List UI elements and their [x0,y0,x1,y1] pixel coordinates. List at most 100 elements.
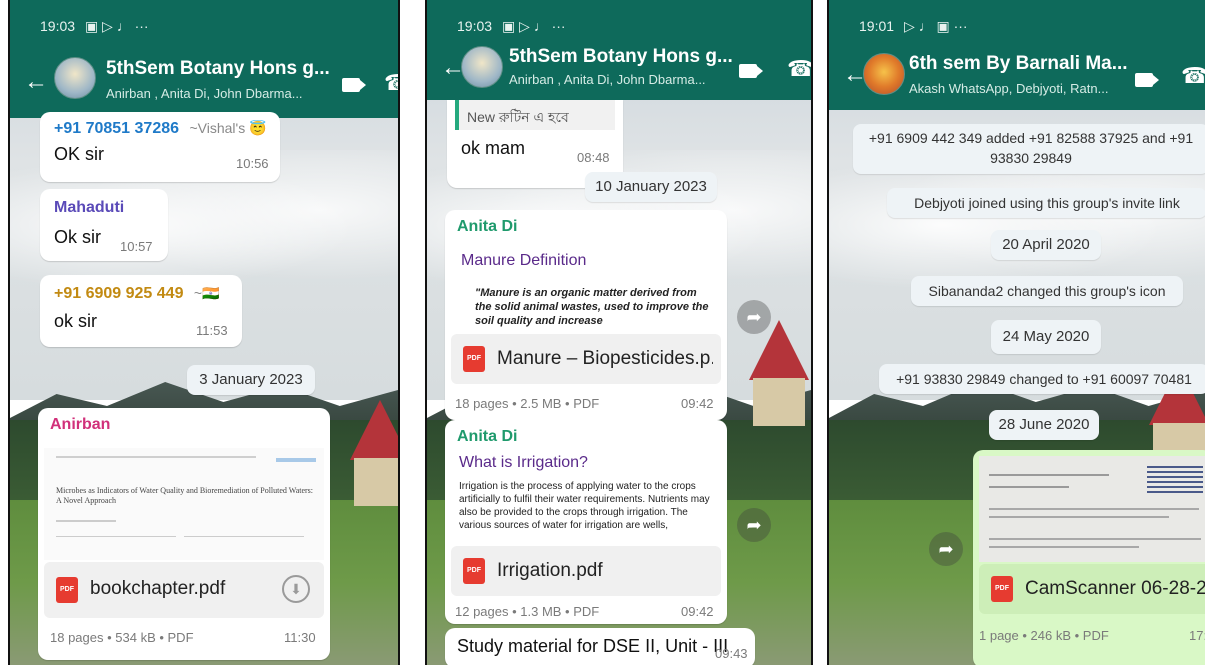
quoted-reply[interactable]: New রুটিন এ হবে [455,100,615,130]
sender-alias: ~🇮🇳 [193,285,220,301]
message-sender[interactable]: +91 6909 925 449 [54,285,183,302]
message-bubble[interactable]: +91 6909 925 449 ~🇮🇳 ok sir 11:53 [40,275,242,347]
message-sender[interactable]: Anirban [50,416,110,434]
file-name[interactable]: Irrigation.pdf [497,560,713,582]
file-attachment[interactable]: PDF CamScanner 06-28-2020 [979,564,1205,614]
message-bubble[interactable]: Mahaduti Ok sir 10:57 [40,189,168,261]
group-avatar[interactable] [461,46,503,88]
video-call-icon[interactable] [342,78,366,92]
file-meta: 18 pages • 534 kB • PDF [50,630,194,645]
chat-header[interactable]: ← 5thSem Botany Hons g... Anirban , Anit… [427,40,811,100]
message-text: OK sir [54,144,105,164]
sender-alias: ~Vishal's 😇 [189,120,267,136]
message-time: 09:43 [715,646,748,661]
forward-icon[interactable]: ➦ [737,508,771,542]
message-sender[interactable]: Mahaduti [54,199,124,217]
temple-image [340,400,398,510]
document-preview[interactable] [979,456,1205,562]
system-message: Sibananda2 changed this group's icon [911,276,1183,306]
status-bar: 19:01 ▷ ♩ ▣ ··· [829,0,1205,50]
status-time: 19:03 [457,18,493,34]
message-bubble[interactable]: Study material for DSE II, Unit - III 09… [445,628,755,665]
document-message[interactable]: Anirban Microbes as Indicators of Water … [38,408,330,660]
date-separator: 24 May 2020 [991,320,1101,354]
download-icon[interactable]: ⬇ [282,575,310,603]
group-avatar[interactable] [863,53,905,95]
message-time: 10:57 [120,239,153,254]
file-name[interactable]: Manure – Biopesticides.p... [497,348,713,370]
message-text: Study material for DSE II, Unit - III [457,636,729,656]
status-bar: 19:03 ▣ ▷ ♩ ··· [10,0,398,50]
message-time: 17: [1189,628,1205,643]
document-message[interactable]: PDF CamScanner 06-28-2020 1 page • 246 k… [973,450,1205,665]
file-meta: 12 pages • 1.3 MB • PDF [455,604,600,619]
video-call-icon[interactable] [1135,73,1159,87]
file-meta: 1 page • 246 kB • PDF [979,628,1109,643]
message-text: ok mam [461,138,526,158]
file-attachment[interactable]: PDF Irrigation.pdf [451,546,721,596]
message-time: 11:53 [196,323,228,338]
chat-title[interactable]: 5thSem Botany Hons g... [106,58,331,80]
message-sender[interactable]: Anita Di [457,428,517,446]
message-time: 08:48 [577,150,610,165]
status-time: 19:01 [859,18,895,34]
chat-screenshot-3: 19:01 ▷ ♩ ▣ ··· ← 6th sem By Barnali Ma.… [827,0,1205,665]
file-attachment[interactable]: PDF Manure – Biopesticides.p... [451,334,721,384]
document-message[interactable]: Anita Di Manure Definition "Manure is an… [445,210,727,420]
date-separator: 28 June 2020 [989,410,1099,440]
voice-call-icon[interactable]: ☎ [787,56,811,82]
forward-icon[interactable]: ➦ [737,300,771,334]
message-time: 11:30 [284,630,316,645]
pdf-file-icon: PDF [56,577,78,603]
voice-call-icon[interactable]: ☎ [1181,63,1205,89]
message-time: 10:56 [236,156,269,171]
system-message: Debjyoti joined using this group's invit… [887,188,1205,218]
chat-screenshot-1: 19:03 ▣ ▷ ♩ ··· ← 5thSem Botany Hons g..… [8,0,400,665]
chat-participants[interactable]: Anirban , Anita Di, John Dbarma... [106,86,331,101]
file-name[interactable]: bookchapter.pdf [90,578,270,600]
message-bubble[interactable]: +91 70851 37286 ~Vishal's 😇 OK sir 10:56 [40,112,280,182]
chat-participants[interactable]: Akash WhatsApp, Debjyoti, Ratn... [909,81,1119,96]
back-arrow-icon[interactable]: ← [24,68,48,96]
message-text: ok sir [54,311,98,331]
pdf-file-icon: PDF [463,346,485,372]
forward-icon[interactable]: ➦ [929,532,963,566]
status-icons: ▣ ▷ ♩ ··· [501,18,566,34]
group-avatar[interactable] [54,57,96,99]
video-call-icon[interactable] [739,64,763,78]
document-preview[interactable]: Manure Definition "Manure is an organic … [451,244,721,332]
document-preview-title: Microbes as Indicators of Water Quality … [56,486,314,505]
pdf-file-icon: PDF [991,576,1013,602]
status-icons: ▷ ♩ ▣ ··· [903,18,968,34]
chat-participants[interactable]: Anirban , Anita Di, John Dbarma... [509,72,739,87]
message-sender[interactable]: Anita Di [457,218,517,236]
message-time: 09:42 [681,396,714,411]
chat-header[interactable]: ← 6th sem By Barnali Ma... Akash WhatsAp… [829,45,1205,110]
document-preview-title: What is Irrigation? [459,454,588,471]
system-message: +91 93830 29849 changed to +91 60097 704… [879,364,1205,394]
message-sender[interactable]: +91 70851 37286 [54,120,179,137]
system-message: +91 6909 442 349 added +91 82588 37925 a… [853,124,1205,174]
file-meta: 18 pages • 2.5 MB • PDF [455,396,600,411]
status-icons: ▣ ▷ ♩ ··· [84,18,149,34]
file-name[interactable]: CamScanner 06-28-2020 [1025,578,1205,600]
chat-title[interactable]: 5thSem Botany Hons g... [509,46,749,68]
file-attachment[interactable]: PDF bookchapter.pdf ⬇ [44,562,324,618]
document-preview[interactable]: What is Irrigation? Irrigation is the pr… [451,450,721,544]
voice-call-icon[interactable]: ☎ [384,70,398,96]
document-message[interactable]: Anita Di What is Irrigation? Irrigation … [445,420,727,624]
message-text: Ok sir [54,227,101,247]
document-preview[interactable]: Microbes as Indicators of Water Quality … [44,448,324,560]
message-time: 09:42 [681,604,714,619]
document-preview-text: "Manure is an organic matter derived fro… [475,287,709,327]
date-separator: 20 April 2020 [991,230,1101,260]
document-preview-title: Manure Definition [461,252,587,269]
chat-title[interactable]: 6th sem By Barnali Ma... [909,53,1129,75]
date-separator: 10 January 2023 [585,172,717,202]
document-preview-text: Irrigation is the process of applying wa… [459,481,710,531]
date-separator: 3 January 2023 [187,365,315,395]
chat-screenshot-2: 19:03 ▣ ▷ ♩ ··· ← 5thSem Botany Hons g..… [425,0,813,665]
temple-image [739,320,811,430]
chat-header[interactable]: ← 5thSem Botany Hons g... Anirban , Anit… [10,48,398,118]
status-time: 19:03 [40,18,76,34]
